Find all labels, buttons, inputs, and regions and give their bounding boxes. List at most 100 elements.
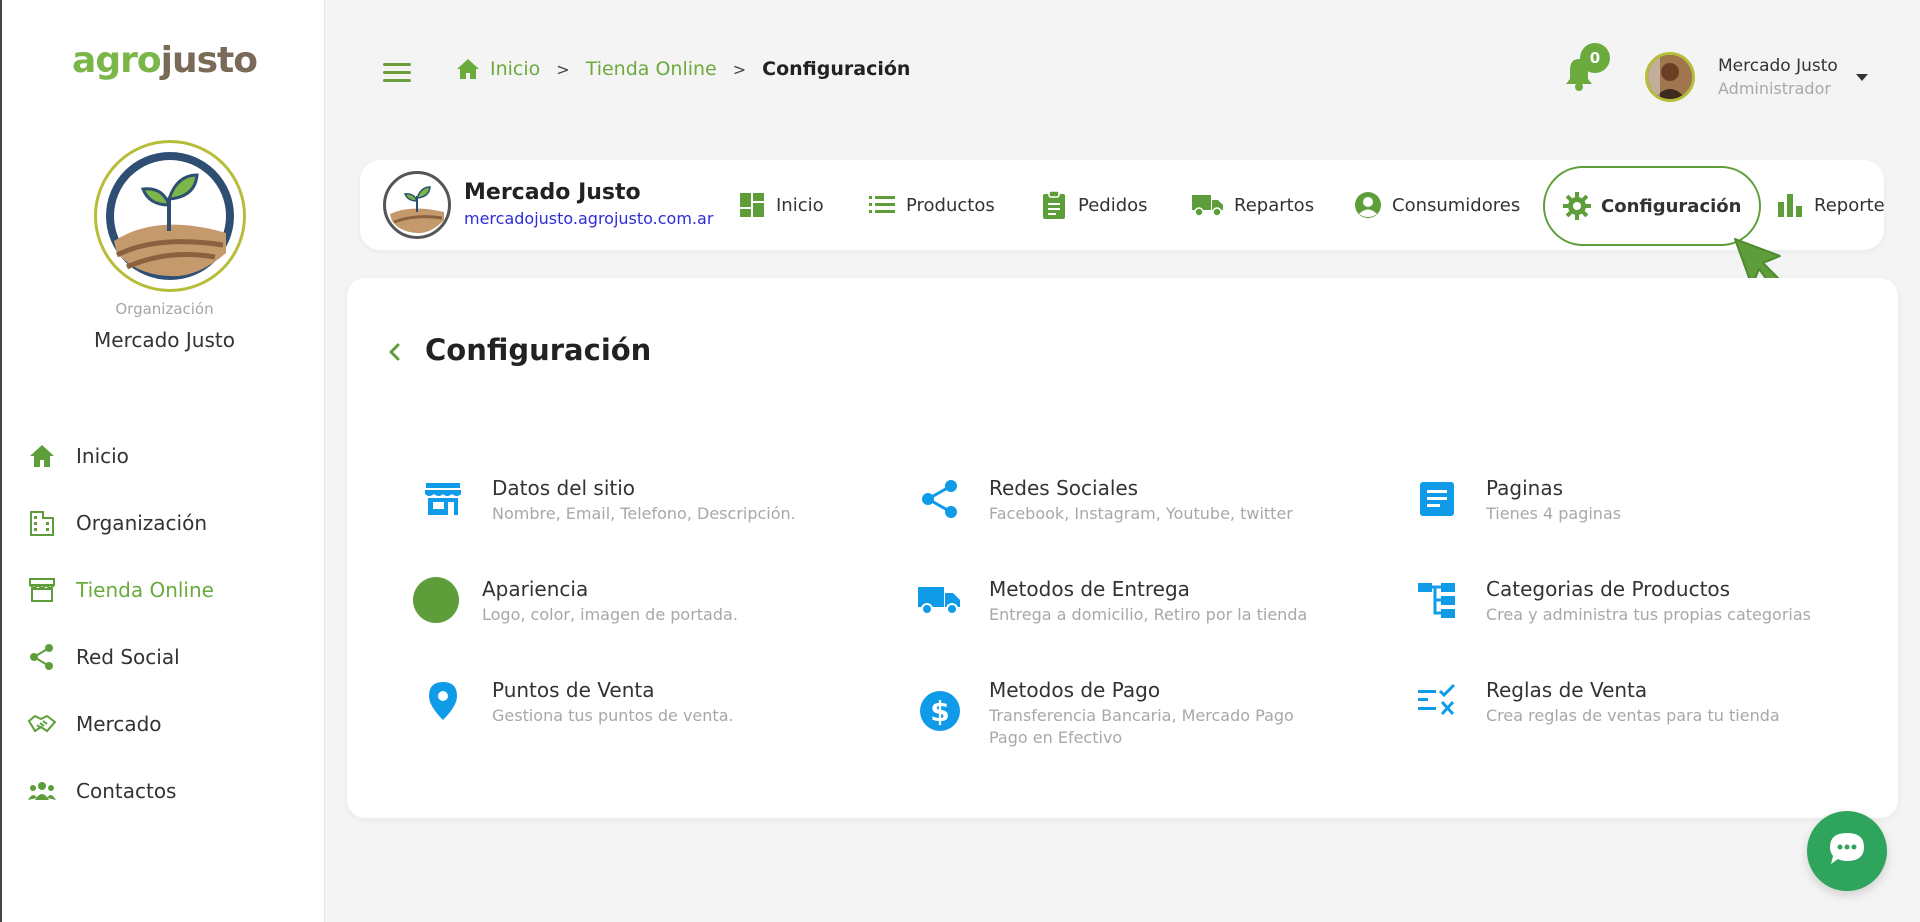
store-url-link[interactable]: mercadojusto.agrojusto.com.ar [464,209,713,228]
breadcrumb-current: Configuración [762,58,911,80]
tab-label: Productos [906,194,995,216]
list-icon [868,191,896,219]
notification-count-badge[interactable]: 0 [1580,43,1610,73]
clipboard-icon [1040,190,1068,219]
option-puntos-de-venta[interactable]: Puntos de Venta Gestiona tus puntos de v… [420,678,820,738]
option-title: Reglas de Venta [1486,678,1648,702]
user-role: Administrador [1718,79,1831,98]
building-icon [26,507,58,539]
option-description: Facebook, Instagram, Youtube, twitter [989,504,1293,523]
tab-configuracion[interactable]: Configuración [1543,166,1762,246]
tab-label: Pedidos [1078,194,1148,216]
option-title: Datos del sitio [492,476,636,500]
option-categorias-de-productos[interactable]: Categorias de Productos Crea y administr… [1414,577,1874,637]
menu-toggle-button[interactable] [383,63,411,85]
rules-icon [1414,678,1460,724]
sidebar-item-inicio[interactable]: Inicio [26,422,214,489]
store-title: Mercado Justo [464,180,641,205]
sidebar-item-red-social[interactable]: Red Social [26,623,214,690]
gear-icon [1563,192,1591,220]
sidebar-item-label: Red Social [76,644,180,669]
option-description: Crea y administra tus propias categorias [1486,605,1812,624]
sidebar-menu: Inicio Organización Tienda Online Red So… [26,422,214,824]
breadcrumb-separator-icon: > [556,59,570,79]
option-title: Metodos de Pago [989,678,1161,702]
chevron-down-icon[interactable] [1856,74,1868,81]
organization-name: Mercado Justo [94,328,235,352]
tab-pedidos[interactable]: Pedidos [1040,160,1148,250]
tab-productos[interactable]: Productos [868,160,995,250]
dashboard-icon [738,191,766,219]
chat-button[interactable] [1807,811,1887,891]
sidebar-item-tienda-online[interactable]: Tienda Online [26,556,214,623]
share-icon [917,476,963,522]
home-icon[interactable] [456,58,480,80]
app-logo[interactable]: agrojusto [2,40,327,81]
breadcrumb-store[interactable]: Tienda Online [586,58,717,80]
option-metodos-de-entrega[interactable]: Metodos de Entrega Entrega a domicilio, … [917,577,1337,637]
user-circle-icon [1354,191,1382,219]
option-description: Logo, color, imagen de portada. [482,605,738,624]
logo-agro: agro [72,40,162,81]
store-logo [383,171,451,239]
option-title: Redes Sociales [989,476,1139,500]
organization-avatar [94,140,246,292]
document-icon [1414,476,1460,522]
option-description: Entrega a domicilio, Retiro por la tiend… [989,605,1308,624]
truck-icon [917,577,963,623]
option-description: Transferencia Bancaria, Mercado Pago [989,706,1294,725]
hamburger-line [383,63,411,66]
sidebar-item-mercado[interactable]: Mercado [26,690,214,757]
sidebar-item-label: Mercado [76,711,162,736]
tab-repartos[interactable]: Repartos [1192,160,1314,250]
tab-inicio[interactable]: Inicio [738,160,824,250]
tab-label: Repartos [1234,194,1315,216]
share-icon [26,641,58,673]
sidebar-item-label: Contactos [76,778,177,803]
option-apariencia[interactable]: Apariencia Logo, color, imagen de portad… [413,577,813,637]
organization-label: Organización [115,300,214,318]
option-paginas[interactable]: Paginas Tienes 4 paginas [1414,476,1834,536]
option-datos-del-sitio[interactable]: Datos del sitio Nombre, Email, Telefono,… [420,476,820,536]
option-metodos-de-pago[interactable]: $ Metodos de Pago Transferencia Bancaria… [917,678,1337,748]
sidebar-item-label: Tienda Online [76,577,214,602]
sidebar: agrojusto Organización Mercado Justo Ini… [0,0,325,922]
tab-consumidores[interactable]: Consumidores [1354,160,1520,250]
tab-label: Configuración [1601,195,1742,217]
option-reglas-de-venta[interactable]: Reglas de Venta Crea reglas de ventas pa… [1414,678,1834,738]
page-title: Configuración [425,333,652,367]
option-description: Gestiona tus puntos de venta. [492,706,734,725]
truck-icon [1192,191,1224,219]
option-title: Paginas [1486,476,1564,500]
breadcrumb-home[interactable]: Inicio [490,58,540,80]
logo-justo: justo [160,40,258,81]
contacts-icon [26,775,58,807]
handshake-icon [26,708,58,740]
store-icon [26,574,58,606]
option-description: Nombre, Email, Telefono, Descripción. [492,504,796,523]
back-chevron-icon[interactable] [383,340,407,364]
option-redes-sociales[interactable]: Redes Sociales Facebook, Instagram, Yout… [917,476,1337,536]
user-name[interactable]: Mercado Justo [1718,56,1838,76]
location-pin-icon [420,678,466,724]
option-title: Puntos de Venta [492,678,655,702]
option-description: Crea reglas de ventas para tu tienda [1486,706,1780,725]
option-description: Tienes 4 paginas [1486,504,1622,523]
hamburger-line [383,71,411,74]
chat-bubble-icon [1827,831,1867,871]
tab-label: Inicio [776,194,824,216]
breadcrumb: Inicio > Tienda Online > Configuración [456,58,910,80]
option-title: Apariencia [482,577,589,601]
home-icon [26,440,58,472]
store-navigation: Mercado Justo mercadojusto.agrojusto.com… [360,160,1884,250]
user-avatar[interactable] [1645,52,1695,102]
sidebar-item-contactos[interactable]: Contactos [26,757,214,824]
sidebar-item-label: Inicio [76,443,129,468]
sidebar-item-organizacion[interactable]: Organización [26,489,214,556]
hamburger-line [383,79,411,82]
bar-chart-icon [1776,191,1804,219]
hierarchy-icon [1414,577,1460,623]
tab-label: Consumidores [1392,194,1521,216]
tab-reportes[interactable]: Reportes [1776,160,1884,250]
color-circle-icon [413,577,459,623]
